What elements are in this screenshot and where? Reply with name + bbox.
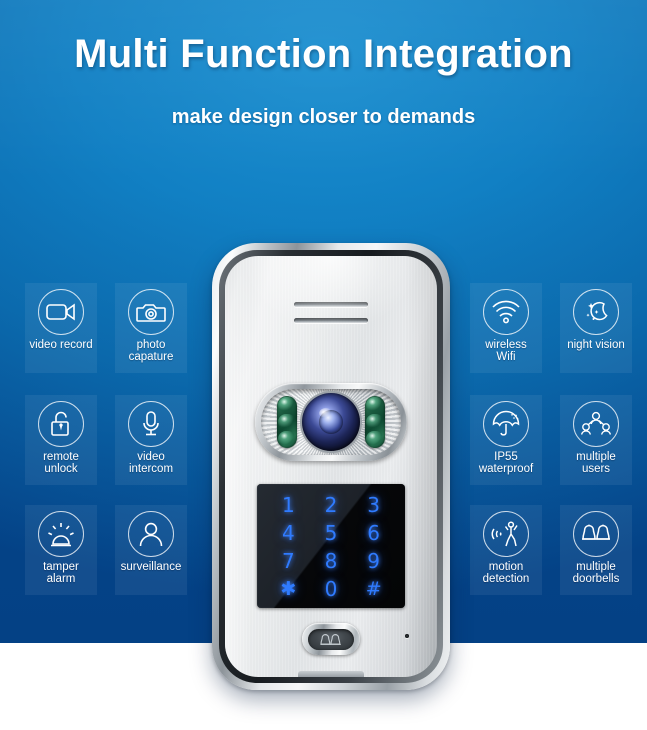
poster-canvas: Multi Function Integration make design c…	[0, 0, 647, 730]
speaker-slot-icon	[294, 318, 368, 323]
bottom-mounting-tab	[298, 671, 364, 677]
feature-tile-multiple-users[interactable]: multiple users	[560, 395, 632, 485]
keypad-key-3[interactable]: 3	[352, 491, 395, 519]
feature-tile-wireless-wifi[interactable]: wireless Wifi	[470, 283, 542, 373]
feature-tile-night-vision[interactable]: night vision	[560, 283, 632, 373]
page-subtitle: make design closer to demands	[171, 106, 476, 128]
page-title: Multi Function Integration	[74, 32, 573, 76]
keypad-key-7[interactable]: 7	[267, 547, 310, 575]
feature-label: night vision	[567, 339, 625, 351]
feature-label: multiple doorbells	[572, 561, 620, 586]
video-door-phone-outdoor-station[interactable]: 1 2 3 4 5 6 7 8 9 ✱ 0 #	[212, 243, 450, 690]
camera-module	[255, 383, 407, 461]
feature-label: wireless Wifi	[485, 339, 527, 364]
keypad-key-asterisk[interactable]: ✱	[267, 575, 310, 603]
moon-stars-icon	[573, 289, 619, 335]
feature-tile-ip55-waterproof[interactable]: IP55 waterproof	[470, 395, 542, 485]
keypad-key-hash[interactable]: #	[352, 575, 395, 603]
two-bells-icon	[573, 511, 619, 557]
keypad-key-4[interactable]: 4	[267, 519, 310, 547]
microphone-hole-icon	[405, 634, 409, 638]
fisheye-lens-icon	[302, 393, 360, 451]
feature-tile-video-record[interactable]: video record	[25, 283, 97, 373]
ir-led-bank-left	[277, 396, 297, 448]
feature-label: multiple users	[576, 451, 616, 476]
speaker-slot-icon	[294, 302, 368, 307]
multiple-users-icon	[573, 401, 619, 447]
feature-label: tamper alarm	[43, 561, 79, 586]
motion-sensor-icon	[483, 511, 529, 557]
feature-tile-surveillance[interactable]: surveillance	[115, 505, 187, 595]
camera-icon	[128, 289, 174, 335]
keypad-key-6[interactable]: 6	[352, 519, 395, 547]
siren-alarm-icon	[38, 511, 84, 557]
keypad-key-2[interactable]: 2	[310, 491, 353, 519]
doorbell-emblem	[308, 628, 354, 650]
feature-label: remote unlock	[43, 451, 79, 476]
device-front-face: 1 2 3 4 5 6 7 8 9 ✱ 0 #	[225, 256, 437, 677]
keypad-grid[interactable]: 1 2 3 4 5 6 7 8 9 ✱ 0 #	[257, 484, 405, 608]
feature-label: IP55 waterproof	[478, 451, 534, 476]
feature-label: video intercom	[128, 451, 174, 476]
umbrella-rain-icon	[483, 401, 529, 447]
feature-label: video record	[29, 339, 93, 351]
keypad-key-9[interactable]: 9	[352, 547, 395, 575]
feature-label: motion detection	[482, 561, 530, 586]
keypad-key-8[interactable]: 8	[310, 547, 353, 575]
wifi-icon	[483, 289, 529, 335]
doorbell-call-button[interactable]	[302, 623, 360, 655]
video-camera-icon	[38, 289, 84, 335]
padlock-unlocked-icon	[38, 401, 84, 447]
microphone-icon	[128, 401, 174, 447]
camera-module-plate	[261, 389, 401, 455]
person-silhouette-icon	[128, 511, 174, 557]
feature-tile-photo-capture[interactable]: photo capature	[115, 283, 187, 373]
feature-tile-tamper-alarm[interactable]: tamper alarm	[25, 505, 97, 595]
touch-keypad[interactable]: 1 2 3 4 5 6 7 8 9 ✱ 0 #	[257, 484, 405, 608]
feature-label: photo capature	[128, 339, 174, 364]
keypad-key-1[interactable]: 1	[267, 491, 310, 519]
feature-tile-remote-unlock[interactable]: remote unlock	[25, 395, 97, 485]
feature-label: surveillance	[120, 561, 182, 573]
feature-tile-video-intercom[interactable]: video intercom	[115, 395, 187, 485]
feature-tile-motion-detection[interactable]: motion detection	[470, 505, 542, 595]
ir-led-bank-right	[365, 396, 385, 448]
keypad-key-5[interactable]: 5	[310, 519, 353, 547]
keypad-key-0[interactable]: 0	[310, 575, 353, 603]
feature-tile-multiple-doorbells[interactable]: multiple doorbells	[560, 505, 632, 595]
